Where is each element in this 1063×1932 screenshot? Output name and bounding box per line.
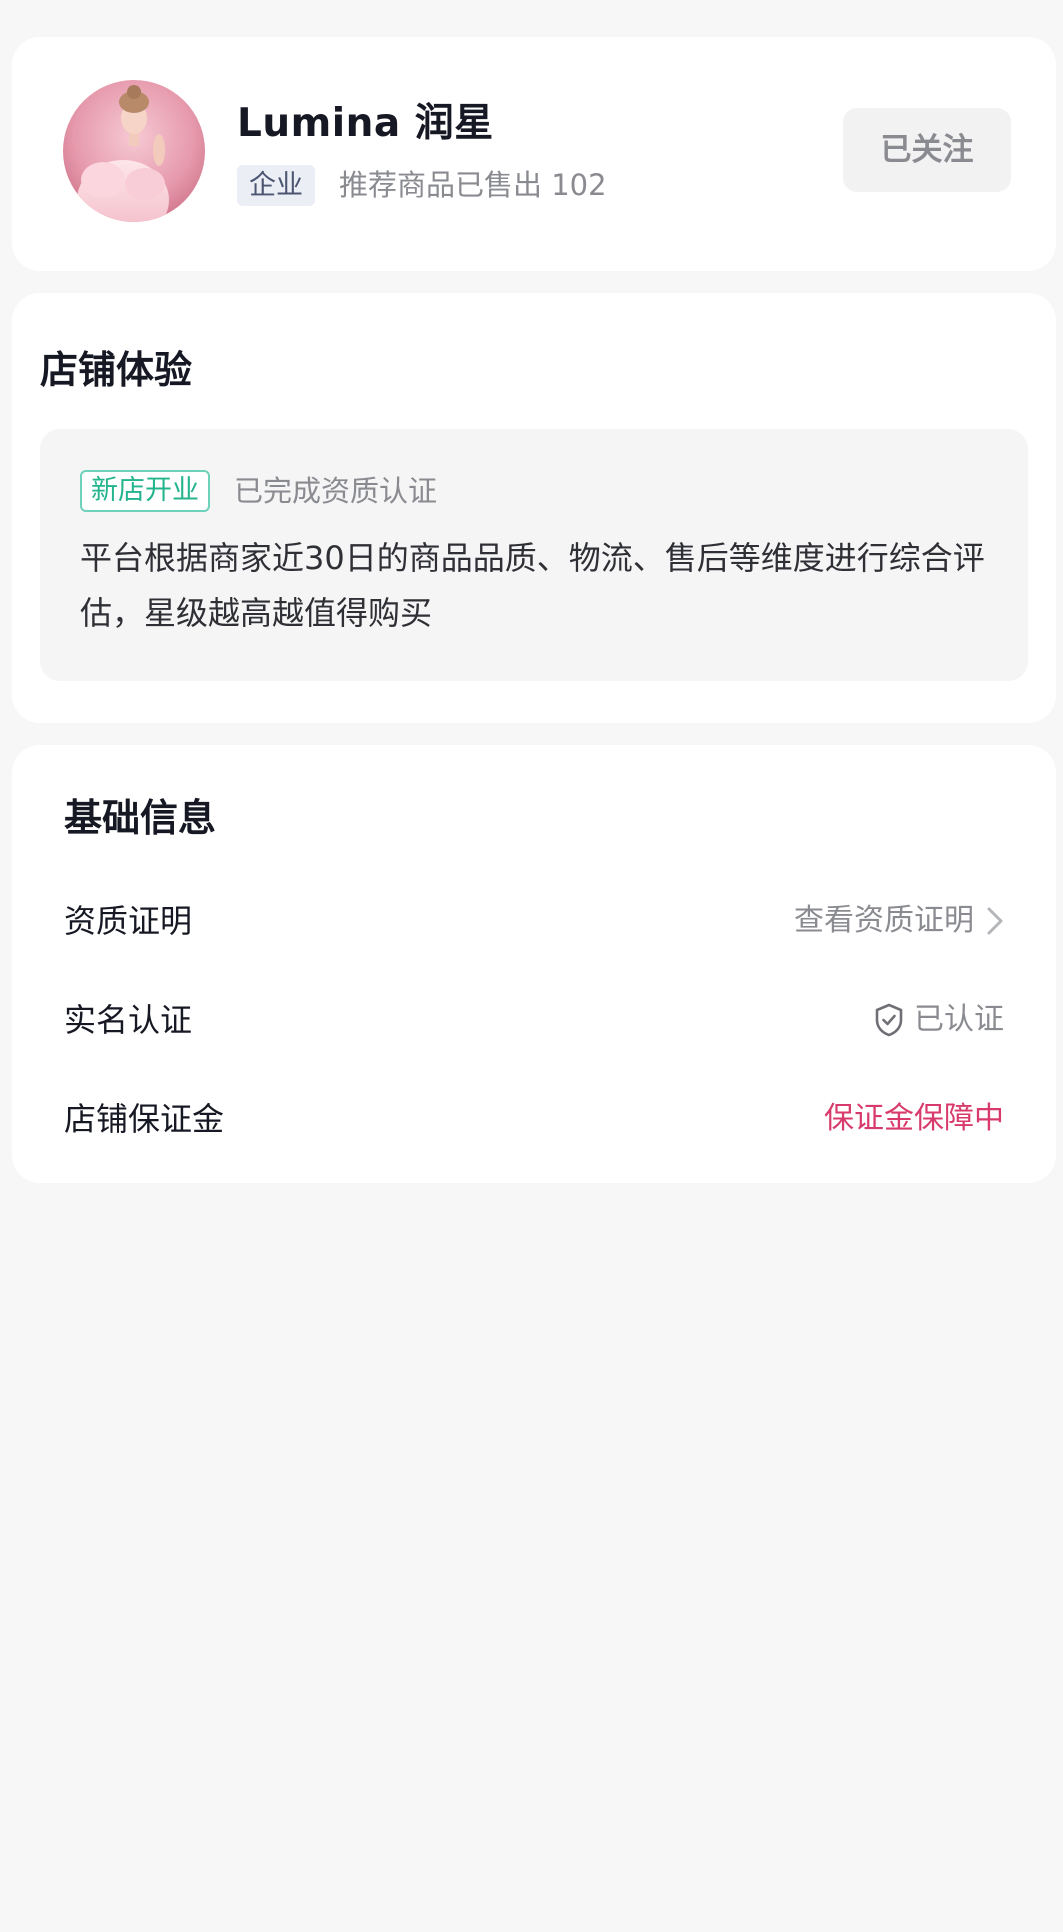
store-experience-box: 新店开业 已完成资质认证 平台根据商家近30日的商品品质、物流、售后等维度进行综… xyxy=(40,429,1028,681)
view-qualification-text: 查看资质证明 xyxy=(794,903,974,938)
real-name-row: 实名认证 已认证 xyxy=(64,995,1004,1045)
view-qualification-link[interactable]: 查看资质证明 xyxy=(794,896,1004,946)
shop-avatar[interactable] xyxy=(63,80,205,222)
real-name-status: 已认证 xyxy=(874,995,1004,1045)
qualification-label: 资质证明 xyxy=(64,902,193,940)
deposit-row: 店铺保证金 保证金保障中 xyxy=(64,1094,1004,1144)
store-experience-card: 店铺体验 新店开业 已完成资质认证 平台根据商家近30日的商品品质、物流、售后等… xyxy=(12,293,1056,723)
store-experience-title: 店铺体验 xyxy=(40,348,193,392)
deposit-status: 保证金保障中 xyxy=(824,1101,1004,1136)
store-experience-description: 平台根据商家近30日的商品品质、物流、售后等维度进行综合评估，星级越高越值得购买 xyxy=(80,539,985,632)
shop-profile-card: Lumina 润星 企业 推荐商品已售出 102 已关注 xyxy=(12,37,1056,271)
real-name-label: 实名认证 xyxy=(64,1001,193,1039)
real-name-status-text: 已认证 xyxy=(914,1002,1004,1037)
deposit-label: 店铺保证金 xyxy=(64,1100,225,1138)
shop-name: Lumina 润星 xyxy=(237,101,494,146)
enterprise-badge: 企业 xyxy=(237,165,315,206)
chevron-right-icon xyxy=(986,906,1004,936)
qualification-status-text: 已完成资质认证 xyxy=(234,474,438,508)
qualification-row[interactable]: 资质证明 查看资质证明 xyxy=(64,896,1004,946)
follow-button[interactable]: 已关注 xyxy=(843,108,1011,192)
basic-info-title: 基础信息 xyxy=(64,796,217,840)
shield-check-icon xyxy=(874,1003,904,1037)
new-store-tag: 新店开业 xyxy=(80,470,210,512)
basic-info-card: 基础信息 资质证明 查看资质证明 实名认证 已认证 店铺保证金 保证金保障中 xyxy=(12,745,1056,1183)
sold-count-text: 推荐商品已售出 102 xyxy=(339,168,607,202)
